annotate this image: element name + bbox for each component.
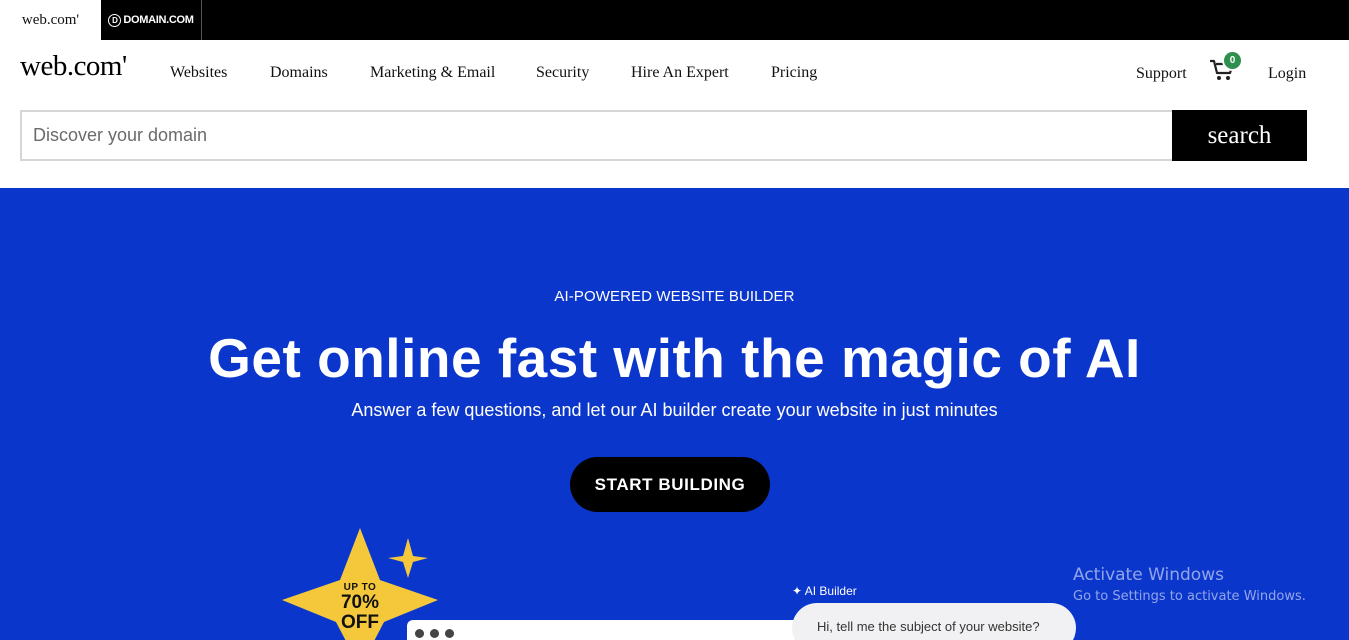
brand-tab-webcom[interactable]: web.com': [0, 0, 101, 40]
cart-count-badge: 0: [1222, 50, 1243, 71]
hero-headline: Get online fast with the magic of AI: [208, 327, 1141, 389]
start-building-button[interactable]: START BUILDING: [570, 457, 770, 512]
windows-activation-title: Activate Windows: [1073, 565, 1224, 585]
hero-section: AI-POWERED WEBSITE BUILDER Get online fa…: [0, 188, 1349, 640]
login-link[interactable]: Login: [1268, 65, 1306, 83]
window-dot-icon: [445, 629, 454, 638]
nav-item-websites[interactable]: Websites: [170, 64, 227, 82]
hero-eyebrow: AI-POWERED WEBSITE BUILDER: [554, 288, 795, 305]
nav-item-pricing[interactable]: Pricing: [771, 64, 817, 82]
window-dot-icon: [415, 629, 424, 638]
search-button[interactable]: search: [1172, 110, 1307, 161]
window-dot-icon: [430, 629, 439, 638]
brand-tab-domaincom-label: DOMAIN.COM: [123, 14, 194, 26]
site-logo[interactable]: web.com': [20, 50, 127, 83]
ai-builder-text: AI Builder: [804, 584, 857, 598]
promo-percent: 70%: [340, 592, 380, 613]
nav-item-security[interactable]: Security: [536, 64, 589, 82]
brand-tab-webcom-label: web.com': [21, 11, 80, 28]
ai-chat-bubble: Hi, tell me the subject of your website?: [792, 603, 1076, 640]
nav-item-marketing-email[interactable]: Marketing & Email: [370, 64, 495, 82]
ai-builder-label: ✦ AI Builder: [792, 584, 857, 598]
hero-subline: Answer a few questions, and let our AI b…: [351, 400, 998, 420]
domaincom-logo-icon: D: [108, 13, 122, 27]
support-link[interactable]: Support: [1136, 65, 1187, 83]
sparkle-icon: ✦: [792, 584, 803, 598]
nav-item-domains[interactable]: Domains: [270, 64, 328, 82]
brand-tab-domaincom[interactable]: D DOMAIN.COM: [101, 0, 202, 40]
domain-search-input[interactable]: [20, 110, 1173, 161]
nav-item-hire-an-expert[interactable]: Hire An Expert: [631, 64, 729, 82]
promo-off: OFF: [341, 612, 379, 633]
promo-badge: UP TO 70% OFF: [320, 582, 400, 633]
builder-preview-card: [407, 620, 807, 640]
brand-switcher-bar: web.com' D DOMAIN.COM: [0, 0, 1349, 40]
windows-activation-subtitle: Go to Settings to activate Windows.: [1073, 589, 1306, 604]
